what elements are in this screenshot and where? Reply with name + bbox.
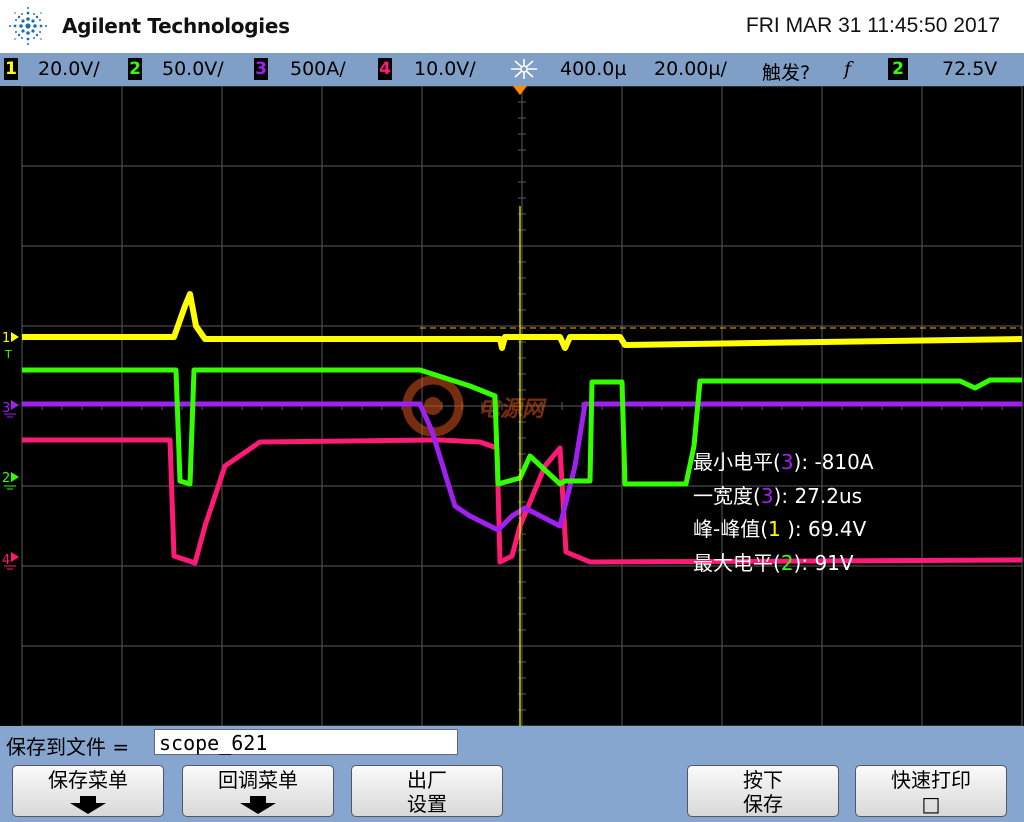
trigger-slope-icon: f bbox=[844, 58, 852, 80]
down-arrow-icon bbox=[240, 796, 276, 814]
softkey-label: 回调菜单 bbox=[218, 768, 298, 792]
svg-text:1: 1 bbox=[2, 331, 10, 346]
ch3-indicator[interactable]: 3 bbox=[254, 58, 268, 80]
ch2-ground-marker[interactable]: 2 bbox=[2, 471, 19, 490]
ch4-indicator[interactable]: 4 bbox=[378, 58, 392, 80]
ch4-number: 4 bbox=[379, 59, 391, 79]
measurement-channel: 2 bbox=[780, 551, 794, 575]
ch3-ground-marker[interactable]: 3 bbox=[2, 400, 19, 418]
title-bar: Agilent Technologies FRI MAR 31 11:45:50… bbox=[0, 0, 1024, 53]
measurement-name: 峰-峰值 bbox=[693, 517, 761, 541]
down-arrow-icon bbox=[70, 796, 106, 814]
ch4-ground-marker[interactable]: 4 bbox=[2, 552, 19, 570]
softkey-label: 保存菜单 bbox=[48, 768, 128, 792]
measurement-separator: ): bbox=[780, 517, 809, 541]
softkey-label-line2: 保存 bbox=[743, 792, 783, 816]
measurement-max-level-ch2: 最大电平(2): 91V bbox=[693, 551, 854, 575]
measurement-name: 最大电平 bbox=[693, 551, 773, 575]
measurement-min-level-ch3: 最小电平(3): -810A bbox=[693, 450, 874, 474]
measurement-value: -810A bbox=[814, 450, 874, 474]
ch2-number: 2 bbox=[129, 59, 141, 79]
delay-value: 400.0µ bbox=[560, 58, 627, 80]
softkey-label-line2: 设置 bbox=[407, 792, 447, 816]
measurement-value: 69.4V bbox=[808, 517, 867, 541]
measurement-separator: ): bbox=[773, 484, 795, 508]
save-menu-softkey[interactable]: 保存菜单 bbox=[12, 765, 164, 817]
waveform-canvas: 电源网 1 T 3 2 4 bbox=[2, 86, 1023, 726]
ch4-scale: 10.0V/ bbox=[414, 58, 476, 80]
recall-menu-softkey[interactable]: 回调菜单 bbox=[182, 765, 334, 817]
measurement-channel: 3 bbox=[780, 450, 794, 474]
trigger-level: 72.5V bbox=[942, 58, 998, 80]
file-bar: 保存到文件 = scope_621 bbox=[0, 726, 1024, 760]
trigger-position-marker[interactable] bbox=[513, 86, 527, 95]
measurement-value: 27.2us bbox=[794, 484, 863, 508]
date-time: FRI MAR 31 11:45:50 2017 bbox=[745, 14, 1000, 37]
agilent-logo-icon bbox=[9, 7, 47, 45]
ch1-ground-marker[interactable]: 1 T bbox=[2, 331, 19, 361]
watermark-text: 电源网 bbox=[478, 397, 547, 422]
svg-text:T: T bbox=[4, 348, 12, 361]
measurement-name: 一宽度 bbox=[693, 484, 753, 508]
ch1-scale: 20.0V/ bbox=[38, 58, 100, 80]
ch3-scale: 500A/ bbox=[290, 58, 346, 80]
ch2-indicator[interactable]: 2 bbox=[128, 58, 142, 80]
quick-print-softkey[interactable]: 快速打印 □ bbox=[855, 765, 1007, 817]
ch3-number: 3 bbox=[255, 59, 267, 79]
brand-name: Agilent Technologies bbox=[62, 14, 290, 38]
measurement-separator: ): bbox=[793, 450, 815, 474]
measurement-separator: ): bbox=[793, 551, 815, 575]
measurement-neg-width-ch3: 一宽度(3): 27.2us bbox=[693, 484, 863, 508]
delay-spark-icon bbox=[511, 59, 537, 79]
quick-print-checkbox-icon: □ bbox=[921, 792, 941, 816]
softkey-bar: 保存菜单 回调菜单 出厂 设置 按下 保存 快速打印 □ bbox=[0, 760, 1024, 822]
measurement-pk-pk-ch1: 峰-峰值(1 ): 69.4V bbox=[693, 517, 867, 541]
ch2-scale: 50.0V/ bbox=[162, 58, 224, 80]
status-bar: 1 20.0V/ 2 50.0V/ 3 500A/ 4 10.0V/ 400.0… bbox=[0, 53, 1024, 86]
trigger-channel-number: 2 bbox=[892, 59, 904, 79]
filename-field[interactable]: scope_621 bbox=[154, 729, 458, 755]
softkey-label-line1: 快速打印 bbox=[891, 768, 971, 792]
save-to-file-label: 保存到文件 = bbox=[6, 735, 130, 759]
trigger-channel-indicator[interactable]: 2 bbox=[888, 58, 908, 80]
factory-default-softkey[interactable]: 出厂 设置 bbox=[351, 765, 503, 817]
ch1-number: 1 bbox=[5, 59, 17, 79]
measurement-name: 最小电平 bbox=[693, 450, 773, 474]
ch1-indicator[interactable]: 1 bbox=[4, 58, 18, 80]
measurement-channel: 3 bbox=[760, 484, 774, 508]
softkey-label-line1: 出厂 bbox=[407, 768, 447, 792]
timebase-value: 20.00µ/ bbox=[654, 58, 727, 80]
measurement-channel: 1 bbox=[768, 517, 781, 541]
softkey-label-line1: 按下 bbox=[743, 768, 783, 792]
measurement-value: 91V bbox=[814, 551, 854, 575]
waveform-display[interactable]: 电源网 1 T 3 2 4 最小电平(3): -810A 一宽度(3): 27.… bbox=[0, 86, 1024, 726]
trigger-label: 触发? bbox=[762, 62, 811, 84]
press-to-save-softkey[interactable]: 按下 保存 bbox=[687, 765, 839, 817]
svg-text:2: 2 bbox=[2, 471, 10, 486]
